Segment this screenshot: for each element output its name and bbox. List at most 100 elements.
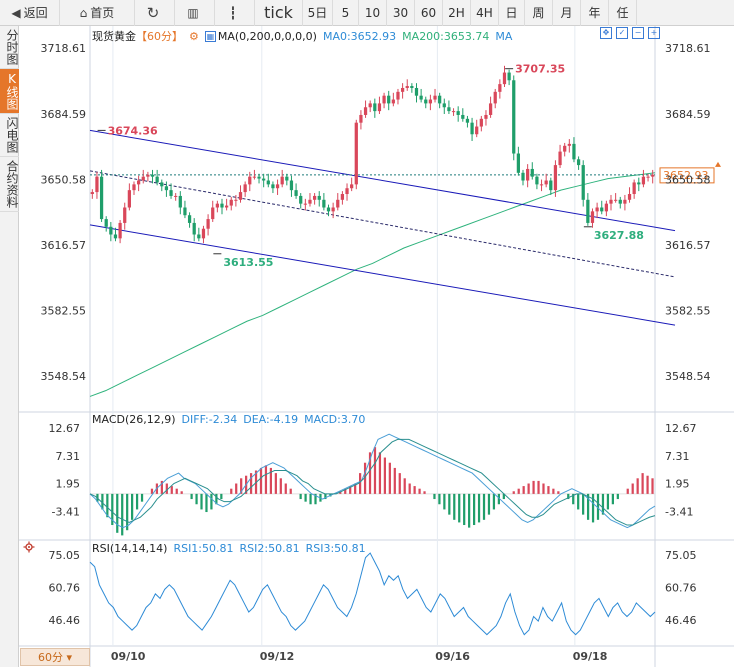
price-panel: 3674.363613.553707.353627.883652.93 [89, 63, 721, 397]
candle-body [609, 199, 613, 204]
macd-tick-right-0: 12.67 [665, 422, 697, 435]
candle-body [141, 176, 145, 181]
period-button-8[interactable]: 日 [499, 0, 525, 26]
candle-body [326, 207, 331, 212]
candle-body [451, 111, 456, 113]
candle-body [498, 84, 502, 92]
date-label-2: 09/16 [435, 650, 470, 663]
candle-body [465, 118, 470, 123]
candle-body [137, 180, 141, 185]
macd-panel [89, 433, 656, 536]
price-tick-right-4: 3582.55 [665, 305, 711, 318]
candle-body [127, 190, 131, 208]
candle-body [475, 126, 479, 135]
period-button-0[interactable]: tick [255, 0, 303, 26]
side-tab-2[interactable]: 闪电图 [0, 114, 19, 157]
indicator-toggle-icon[interactable]: ▦ [204, 30, 216, 42]
back-arrow-icon: ◀ [11, 5, 21, 20]
plus-icon[interactable]: + [648, 27, 660, 39]
macd-label: MACD(26,12,9) [92, 413, 176, 426]
side-tab-0[interactable]: 分时图 [0, 26, 19, 69]
ma-tail: MA [495, 29, 513, 43]
side-tab-3[interactable]: 合约资料 [0, 157, 19, 212]
expand-icon[interactable]: ✥ [600, 27, 612, 39]
candle-body [382, 95, 386, 104]
period-button-3[interactable]: 10 [359, 0, 387, 26]
candle-body [572, 143, 576, 160]
period-selector[interactable]: 60分 ▾ [20, 648, 90, 666]
instrument-name: 现货黄金 [92, 30, 136, 43]
period-button-4[interactable]: 30 [387, 0, 415, 26]
rsi-tick-right-1: 60.76 [665, 582, 697, 595]
candle-body [586, 199, 590, 223]
period-button-11[interactable]: 年 [581, 0, 609, 26]
price-tick-left-3: 3616.57 [41, 239, 87, 252]
candle-body [387, 95, 391, 104]
period-button-2[interactable]: 5 [333, 0, 359, 26]
candle-body [243, 184, 247, 193]
candle-body [581, 165, 585, 200]
candle-body [183, 207, 187, 216]
period-button-7[interactable]: 4H [471, 0, 499, 26]
candle-body [266, 180, 270, 185]
candle-body [516, 153, 521, 173]
ma0-value: MA0:3652.93 [322, 29, 397, 43]
candle-body [419, 95, 423, 100]
diff-value: DIFF:-2.34 [181, 413, 238, 426]
minus-icon[interactable]: − [632, 27, 644, 39]
rsi-tick-left-0: 75.05 [49, 549, 81, 562]
price-tick-left-5: 3548.54 [41, 370, 87, 383]
candle-body [637, 182, 641, 185]
candle-body [632, 182, 636, 195]
candle-body [229, 199, 233, 206]
price-tick-right-2: 3650.58 [665, 173, 711, 186]
period-button-6[interactable]: 2H [443, 0, 471, 26]
checkbox-icon[interactable]: ✓ [616, 27, 628, 39]
chart-type-button[interactable]: ▥ [175, 0, 215, 26]
period-button-5[interactable]: 60 [415, 0, 443, 26]
rsi-settings-icon[interactable] [23, 541, 35, 553]
rsi-tick-left-1: 60.76 [49, 582, 81, 595]
candle-button[interactable]: ┇ [215, 0, 255, 26]
macd-diff-line [89, 433, 656, 529]
candle-body [289, 180, 294, 191]
price-tick-left-4: 3582.55 [41, 305, 87, 318]
candle-body [470, 122, 474, 135]
chart-area[interactable]: 3674.363613.553707.353627.883652.93 3718… [19, 26, 734, 667]
candle-body [368, 103, 372, 108]
candle-body [354, 122, 358, 185]
candle-body [544, 180, 548, 185]
candle-body [252, 176, 257, 178]
candle-body [442, 103, 446, 108]
home-button[interactable]: ⌂ 首页 [60, 0, 135, 26]
side-tab-1[interactable]: K线图 [0, 69, 19, 114]
candle-body [312, 195, 317, 200]
price-tick-right-1: 3684.59 [665, 108, 711, 121]
candle-body [614, 199, 618, 201]
candle-body [99, 176, 104, 220]
refresh-button[interactable]: ↻ [135, 0, 175, 26]
settings-gear-icon[interactable]: ⚙ [189, 30, 199, 43]
period-button-9[interactable]: 周 [525, 0, 553, 26]
period-button-1[interactable]: 5日 [303, 0, 333, 26]
candle-body [257, 176, 261, 179]
candle-body [345, 188, 349, 195]
candle-body [146, 174, 150, 177]
candle-body [493, 91, 497, 104]
candle-body [308, 199, 312, 204]
candle-body [187, 215, 192, 223]
back-button[interactable]: ◀ 返回 [0, 0, 60, 26]
candle-body [400, 87, 405, 92]
period-button-12[interactable]: 任 [609, 0, 637, 26]
candle-body [424, 99, 428, 104]
candle-body [563, 145, 567, 152]
channel-lower-line [89, 224, 676, 326]
candle-body [109, 226, 113, 235]
macd-tick-left-2: 1.95 [56, 478, 81, 491]
candle-body [90, 192, 94, 195]
rsi-tick-left-2: 46.46 [49, 614, 81, 627]
candle-body [160, 182, 164, 187]
candle-body [303, 203, 307, 205]
period-button-10[interactable]: 月 [553, 0, 581, 26]
candle-body [174, 195, 178, 197]
